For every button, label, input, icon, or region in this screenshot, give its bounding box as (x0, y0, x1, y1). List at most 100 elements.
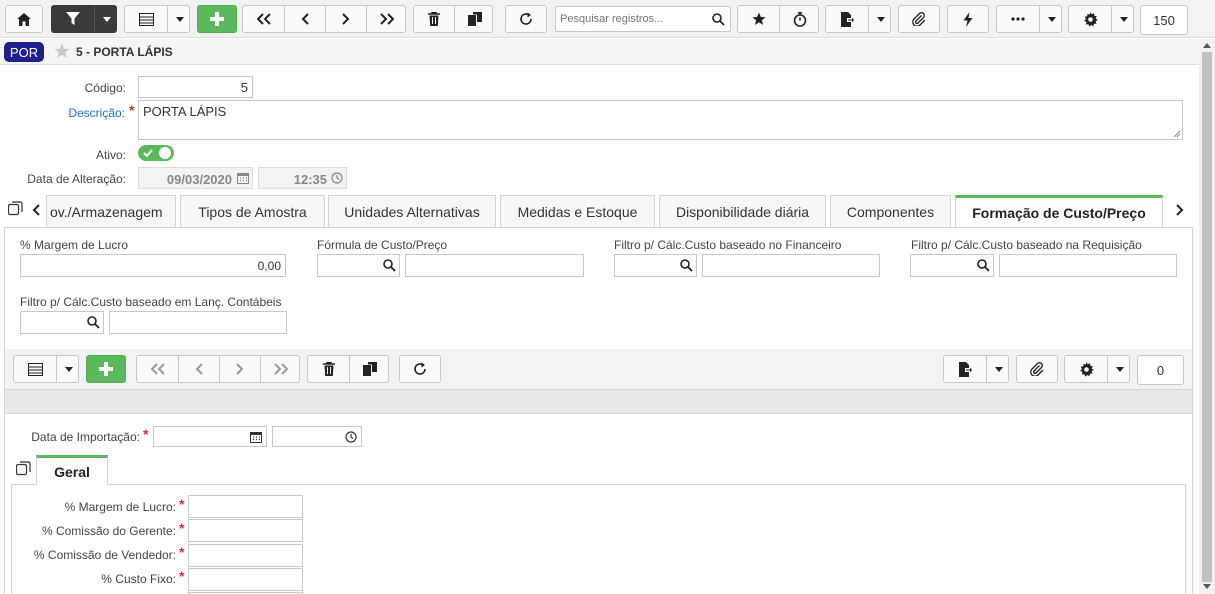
codigo-field[interactable]: 5 (138, 76, 253, 98)
tab-unidades-alternativas[interactable]: Unidades Alternativas (328, 195, 496, 227)
data-importacao-date-field[interactable] (153, 426, 267, 447)
more-options-button[interactable] (996, 5, 1062, 33)
formula-custo-code-field[interactable] (317, 254, 400, 277)
clock-icon[interactable] (345, 431, 357, 443)
chevron-down-icon (876, 16, 885, 22)
home-button[interactable] (5, 5, 43, 33)
search-icon[interactable] (383, 259, 396, 272)
last-record-button[interactable] (366, 6, 407, 32)
refresh-button[interactable] (505, 5, 547, 33)
double-chevron-left-icon (256, 13, 271, 25)
subgrid-delete-button[interactable] (308, 356, 349, 382)
margem-lucro-field[interactable]: 0,00 (20, 254, 286, 277)
scroll-down-icon[interactable] (1203, 584, 1211, 589)
filtro-requisicao-label: Filtro p/ Cálc.Custo baseado na Requisiç… (911, 238, 1142, 252)
duplicate-button[interactable] (454, 6, 494, 32)
attachment-button[interactable] (898, 5, 940, 33)
report-dropdown[interactable] (868, 6, 892, 32)
subgrid-previous-button[interactable] (178, 356, 219, 382)
subgrid-next-button[interactable] (219, 356, 260, 382)
copy-tabs-icon[interactable] (16, 461, 31, 476)
scroll-up-icon[interactable] (1203, 43, 1211, 48)
subgrid-settings-button[interactable] (1064, 355, 1130, 383)
subgrid-view-mode-button[interactable] (13, 355, 79, 383)
settings-dropdown[interactable] (1111, 6, 1135, 32)
ativo-toggle[interactable] (138, 145, 174, 161)
geral-comissao-gerente-field[interactable] (188, 519, 303, 542)
subgrid-first-button[interactable] (137, 356, 178, 382)
subgrid-add-button[interactable] (86, 355, 126, 383)
geral-custo-fixo-field[interactable] (188, 568, 303, 591)
double-chevron-right-icon (380, 13, 394, 25)
tab-armazenagem[interactable]: ov./Armazenagem (46, 195, 176, 227)
subgrid-record-actions (307, 355, 389, 383)
double-chevron-left-icon (150, 363, 165, 375)
copy-tabs-icon[interactable] (8, 201, 23, 216)
geral-comissao-gerente-label: % Comissão do Gerente: (41, 524, 176, 538)
subgrid-last-button[interactable] (260, 356, 301, 382)
chevron-down-icon (64, 366, 73, 372)
tab-formacao-de-custo-preco[interactable]: Formação de Custo/Preço (955, 195, 1163, 228)
first-record-button[interactable] (243, 6, 284, 32)
report-button[interactable] (825, 5, 891, 33)
delete-button[interactable] (414, 6, 454, 32)
timer-button[interactable] (779, 6, 820, 32)
page-scrollbar[interactable] (1199, 39, 1215, 594)
more-options-dropdown[interactable] (1039, 6, 1063, 32)
calendar-icon[interactable] (250, 431, 262, 443)
descricao-field[interactable]: PORTA LÁPIS (138, 100, 1183, 140)
record-actions (413, 5, 493, 33)
quick-actions-button[interactable] (947, 5, 989, 33)
filtro-requisicao-code-field[interactable] (910, 254, 994, 277)
plus-icon (99, 362, 113, 376)
filter-dropdown[interactable] (94, 6, 118, 32)
chevron-down-icon (175, 16, 184, 22)
copy-icon (467, 12, 482, 26)
add-record-button[interactable] (197, 5, 237, 33)
tab-tipos-de-amostra[interactable]: Tipos de Amostra (180, 195, 325, 227)
star-favorite-icon[interactable] (54, 43, 70, 59)
search-icon[interactable] (712, 13, 725, 26)
tab-disponibilidade-diaria[interactable]: Disponibilidade diária (659, 195, 826, 227)
document-export-icon (840, 11, 854, 27)
view-mode-button[interactable] (124, 5, 190, 33)
home-icon (17, 12, 31, 26)
view-mode-dropdown[interactable] (167, 6, 191, 32)
subgrid-settings-dropdown[interactable] (1107, 356, 1131, 382)
scrollbar-thumb[interactable] (1202, 52, 1212, 582)
subgrid-refresh-button[interactable] (399, 355, 441, 383)
data-importacao-time-field[interactable] (272, 426, 362, 447)
required-indicator: * (179, 544, 185, 560)
refresh-icon (414, 362, 426, 375)
geral-comissao-vendedor-field[interactable] (188, 544, 303, 567)
subgrid-report-button[interactable] (943, 355, 1009, 383)
subgrid-duplicate-button[interactable] (349, 356, 390, 382)
favorite-button[interactable] (738, 6, 779, 32)
filtro-financeiro-code-field[interactable] (614, 254, 697, 277)
tab-medidas-e-estoque[interactable]: Medidas e Estoque (500, 195, 655, 227)
subgrid-attachment-button[interactable] (1016, 355, 1058, 383)
search-icon[interactable] (977, 259, 990, 272)
tab-componentes[interactable]: Componentes (830, 195, 951, 227)
subgrid-view-dropdown[interactable] (56, 356, 80, 382)
filter-button[interactable] (51, 5, 117, 33)
search-input[interactable] (556, 7, 706, 31)
geral-margem-field[interactable] (188, 495, 303, 518)
filtro-contabeis-code-field[interactable] (20, 311, 104, 334)
gear-icon (1083, 11, 1098, 27)
next-record-button[interactable] (325, 6, 366, 32)
subgrid-report-dropdown[interactable] (986, 356, 1010, 382)
search-icon[interactable] (87, 316, 100, 329)
tab-geral[interactable]: Geral (36, 455, 108, 485)
data-alteracao-time-field: 12:35 (258, 167, 347, 189)
filtro-contabeis-label: Filtro p/ Cálc.Custo baseado em Lanç. Co… (20, 295, 282, 309)
search-icon[interactable] (680, 259, 693, 272)
tabs-scroll-right-icon[interactable] (1176, 204, 1184, 216)
required-indicator: * (179, 568, 185, 584)
resize-handle-icon[interactable] (1173, 130, 1181, 138)
settings-button[interactable] (1068, 5, 1134, 33)
tabs-scroll-left-icon[interactable] (32, 204, 40, 216)
chevron-down-icon (1115, 366, 1124, 372)
previous-record-button[interactable] (284, 6, 325, 32)
paperclip-icon (912, 12, 926, 26)
